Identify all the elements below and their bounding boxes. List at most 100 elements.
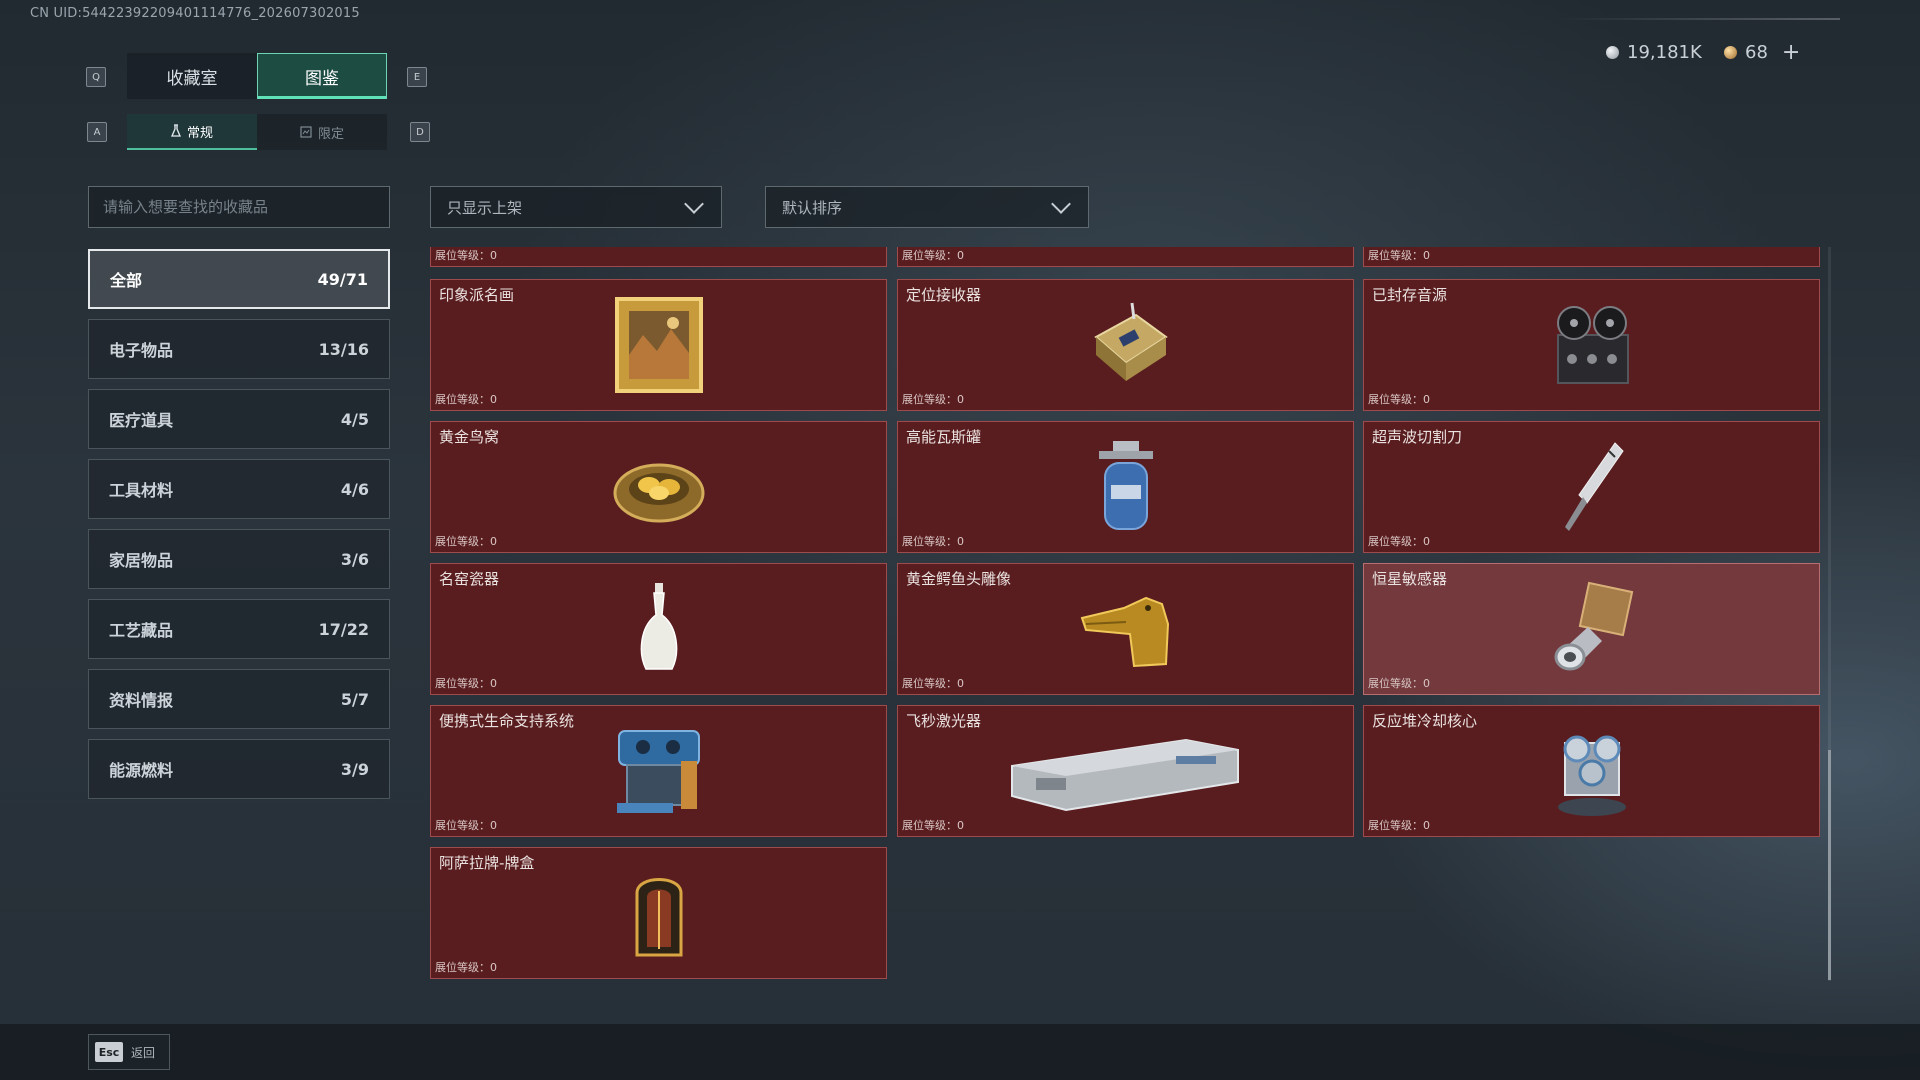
item-name: 定位接收器 [906, 286, 982, 304]
item-name: 恒星敏感器 [1372, 570, 1448, 588]
golden-nest-icon [613, 463, 704, 523]
grid-scrollbar-thumb[interactable] [1828, 750, 1831, 980]
item-name: 黄金鳄鱼头雕像 [906, 570, 1012, 588]
booth-level: 展位等级：0 [1368, 677, 1430, 690]
booth-level: 展位等级：0 [435, 249, 497, 262]
category-count: 3/9 [340, 759, 369, 779]
collection-grid: 展位等级：0 展位等级：0 展位等级：0 印象派名画 展位等级：0 定位接收器 … [430, 247, 1820, 985]
category-count: 17/22 [318, 619, 369, 639]
key-hint-a: A [87, 122, 107, 142]
category-count: 49/71 [317, 269, 368, 289]
subtab-regular[interactable]: 常规 [127, 114, 257, 150]
item-card[interactable]: 飞秒激光器 展位等级：0 [897, 705, 1354, 837]
reactor-core-icon [1557, 735, 1626, 816]
key-hint-e: E [407, 67, 427, 87]
back-button[interactable]: Esc 返回 [88, 1034, 170, 1070]
item-card[interactable]: 定位接收器 展位等级：0 [897, 279, 1354, 411]
category-electronics[interactable]: 电子物品 13/16 [88, 319, 390, 379]
key-hint-q: Q [86, 67, 106, 87]
item-name: 名窑瓷器 [439, 570, 500, 588]
add-currency-button[interactable]: + [1782, 40, 1800, 65]
item-card[interactable]: 高能瓦斯罐 展位等级：0 [897, 421, 1354, 553]
shelf-filter-dropdown[interactable]: 只显示上架 [430, 186, 722, 228]
sort-dropdown[interactable]: 默认排序 [765, 186, 1089, 228]
booth-level: 展位等级：0 [1368, 535, 1430, 548]
tab-catalog[interactable]: 图鉴 [257, 53, 387, 99]
item-card-partial[interactable]: 展位等级：0 [897, 247, 1354, 267]
booth-level: 展位等级：0 [902, 677, 964, 690]
category-crafts[interactable]: 工艺藏品 17/22 [88, 599, 390, 659]
gold-currency: 68 + [1724, 40, 1800, 65]
booth-level: 展位等级：0 [902, 819, 964, 832]
top-decoration [1560, 18, 1840, 20]
category-label: 能源燃料 [109, 761, 174, 780]
category-label: 全部 [110, 271, 143, 290]
booth-level: 展位等级：0 [902, 393, 964, 406]
silver-currency: 19,181K [1606, 40, 1702, 64]
category-label: 家居物品 [109, 551, 174, 570]
life-support-icon [616, 730, 700, 813]
category-medical[interactable]: 医疗道具 4/5 [88, 389, 390, 449]
tab-collection-room[interactable]: 收藏室 [127, 53, 257, 99]
category-energy[interactable]: 能源燃料 3/9 [88, 739, 390, 799]
category-all[interactable]: 全部 49/71 [88, 249, 390, 309]
booth-level: 展位等级：0 [1368, 249, 1430, 262]
category-count: 3/6 [340, 549, 369, 569]
item-name: 高能瓦斯罐 [906, 428, 982, 446]
item-name: 便携式生命支持系统 [439, 712, 575, 730]
booth-level: 展位等级：0 [435, 819, 497, 832]
silver-coin-icon [1606, 45, 1619, 59]
item-card[interactable]: 已封存音源 展位等级：0 [1363, 279, 1820, 411]
player-uid: CN UID:544223922094011147​76_20260730201… [30, 6, 360, 21]
silver-amount: 19,181K [1627, 41, 1702, 63]
booth-level: 展位等级：0 [435, 677, 497, 690]
category-tools[interactable]: 工具材料 4/6 [88, 459, 390, 519]
booth-level: 展位等级：0 [435, 535, 497, 548]
booth-level: 展位等级：0 [435, 961, 497, 974]
category-label: 医疗道具 [109, 411, 174, 430]
chevron-down-icon [684, 194, 704, 214]
subtab-regular-label: 常规 [186, 125, 213, 141]
flask-icon [170, 124, 181, 137]
key-hint-d: D [410, 122, 430, 142]
item-card[interactable]: 便携式生命支持系统 展位等级：0 [430, 705, 887, 837]
item-card[interactable]: 超声波切割刀 展位等级：0 [1363, 421, 1820, 553]
gas-tank-icon [1098, 441, 1153, 530]
booth-level: 展位等级：0 [1368, 819, 1430, 832]
item-card[interactable]: 名窑瓷器 展位等级：0 [430, 563, 887, 695]
item-card[interactable]: 黄金鸟窝 展位等级：0 [430, 421, 887, 553]
item-card[interactable]: 阿萨拉牌-牌盒 展位等级：0 [430, 847, 887, 979]
item-card[interactable]: 黄金鳄鱼头雕像 展位等级：0 [897, 563, 1354, 695]
item-card-partial[interactable]: 展位等级：0 [1363, 247, 1820, 267]
category-household[interactable]: 家居物品 3/6 [88, 529, 390, 589]
gold-amount: 68 [1745, 41, 1768, 63]
item-card[interactable]: 印象派名画 展位等级：0 [430, 279, 887, 411]
laser-device-icon [1010, 738, 1239, 812]
item-card[interactable]: 反应堆冷却核心 展位等级：0 [1363, 705, 1820, 837]
subtab-limited[interactable]: 限定 [257, 114, 387, 150]
item-card-partial[interactable]: 展位等级：0 [430, 247, 887, 267]
booth-level: 展位等级：0 [1368, 393, 1430, 406]
booth-level: 展位等级：0 [902, 535, 964, 548]
receiver-icon [1093, 302, 1168, 381]
bottom-bar [0, 1024, 1920, 1080]
item-card-hovered[interactable]: 恒星敏感器 展位等级：0 [1363, 563, 1820, 695]
category-label: 工艺藏品 [109, 621, 174, 640]
item-name: 阿萨拉牌-牌盒 [439, 854, 535, 872]
frame-icon [300, 126, 312, 138]
item-name: 已封存音源 [1372, 286, 1448, 304]
painting-icon [614, 297, 703, 393]
category-label: 电子物品 [109, 341, 174, 360]
booth-level: 展位等级：0 [435, 393, 497, 406]
category-label: 资料情报 [109, 691, 174, 710]
gold-coin-icon [1724, 45, 1737, 59]
item-name: 黄金鸟窝 [439, 428, 500, 446]
shelf-filter-value: 只显示上架 [447, 198, 523, 217]
category-count: 4/6 [340, 479, 369, 499]
category-intel[interactable]: 资料情报 5/7 [88, 669, 390, 729]
category-count: 5/7 [340, 689, 369, 709]
search-input[interactable] [88, 186, 390, 228]
category-label: 工具材料 [109, 481, 174, 500]
crocodile-statue-icon [1080, 596, 1169, 668]
esc-key-hint: Esc [95, 1042, 123, 1062]
